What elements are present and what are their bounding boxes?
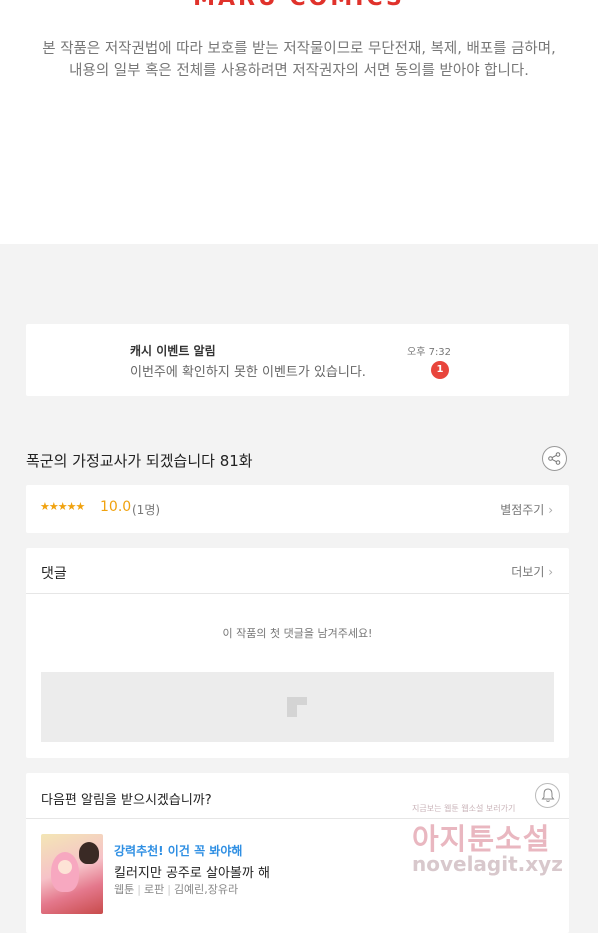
copyright-section: MARU COMICS 본 작품은 저작권법에 따라 보호를 받는 저작물이므로… bbox=[0, 0, 598, 244]
comments-more-button[interactable]: 더보기 › bbox=[511, 563, 553, 580]
episode-title: 폭군의 가정교사가 되겠습니다 81화 bbox=[26, 452, 253, 470]
watermark-url: novelagit.xyz bbox=[412, 852, 563, 876]
meta-separator: | bbox=[137, 883, 141, 896]
recommend-thumbnail[interactable] bbox=[41, 834, 103, 914]
rating-card: ★★★★★ 10.0 (1명) 별점주기 › bbox=[26, 485, 569, 533]
notification-title: 캐시 이벤트 알림 bbox=[130, 344, 216, 358]
comments-card: 댓글 더보기 › 이 작품의 첫 댓글을 남겨주세요! bbox=[26, 548, 569, 758]
site-watermark: 지금보는 웹툰 웹소설 보러가기 아지툰소설 novelagit.xyz bbox=[412, 803, 582, 876]
next-episode-heading: 다음편 알림을 받으시겠습니까? bbox=[41, 793, 212, 808]
comments-heading: 댓글 bbox=[41, 566, 67, 582]
bell-icon bbox=[541, 788, 555, 802]
copyright-line-2: 내용의 일부 혹은 전체를 사용하려면 저작권자의 서면 동의를 받아야 합니다… bbox=[69, 63, 529, 79]
recommend-title-link[interactable]: 킬러지만 공주로 살아볼까 해 bbox=[114, 862, 270, 881]
divider bbox=[26, 593, 569, 594]
comments-empty-message[interactable]: 이 작품의 첫 댓글을 남겨주세요! bbox=[26, 625, 569, 641]
share-icon bbox=[548, 452, 561, 465]
recommend-genre: 로판 bbox=[143, 883, 165, 896]
recommend-type: 웹툰 bbox=[114, 883, 135, 896]
recommend-meta: 웹툰 | 로판 | 김예린,장유라 bbox=[114, 881, 238, 897]
notification-card[interactable]: 캐시 이벤트 알림 이번주에 확인하지 못한 이벤트가 있습니다. 오후 7:3… bbox=[26, 324, 569, 396]
chevron-right-icon: › bbox=[548, 565, 553, 579]
share-button[interactable] bbox=[542, 446, 567, 471]
meta-separator: | bbox=[167, 883, 171, 896]
rate-button-label: 별점주기 bbox=[500, 503, 545, 517]
notification-badge: 1 bbox=[431, 361, 449, 379]
rate-button[interactable]: 별점주기 › bbox=[500, 501, 553, 518]
rating-count: (1명) bbox=[132, 503, 161, 517]
notification-time: 오후 7:32 bbox=[407, 347, 452, 358]
ad-placeholder[interactable] bbox=[41, 672, 554, 742]
thumbnail-figure bbox=[79, 842, 99, 864]
image-placeholder-icon bbox=[287, 697, 307, 717]
publisher-logo: MARU COMICS bbox=[0, 0, 598, 11]
recommend-authors: 김예린,장유라 bbox=[173, 883, 239, 896]
copyright-line-1: 본 작품은 저작권법에 따라 보호를 받는 저작물이므로 무단전재, 복제, 배… bbox=[42, 41, 556, 57]
copyright-notice: 본 작품은 저작권법에 따라 보호를 받는 저작물이므로 무단전재, 복제, 배… bbox=[0, 38, 598, 82]
notification-message: 이번주에 확인하지 못한 이벤트가 있습니다. bbox=[130, 365, 366, 380]
watermark-tagline: 지금보는 웹툰 웹소설 보러가기 bbox=[412, 804, 516, 813]
comments-more-label: 더보기 bbox=[511, 565, 545, 579]
chevron-right-icon: › bbox=[548, 503, 553, 517]
thumbnail-face bbox=[58, 860, 72, 874]
recommend-tagline: 강력추천! 이건 꼭 봐야해 bbox=[114, 844, 243, 858]
star-rating-icon: ★★★★★ bbox=[40, 500, 85, 513]
rating-score: 10.0 bbox=[100, 499, 132, 515]
